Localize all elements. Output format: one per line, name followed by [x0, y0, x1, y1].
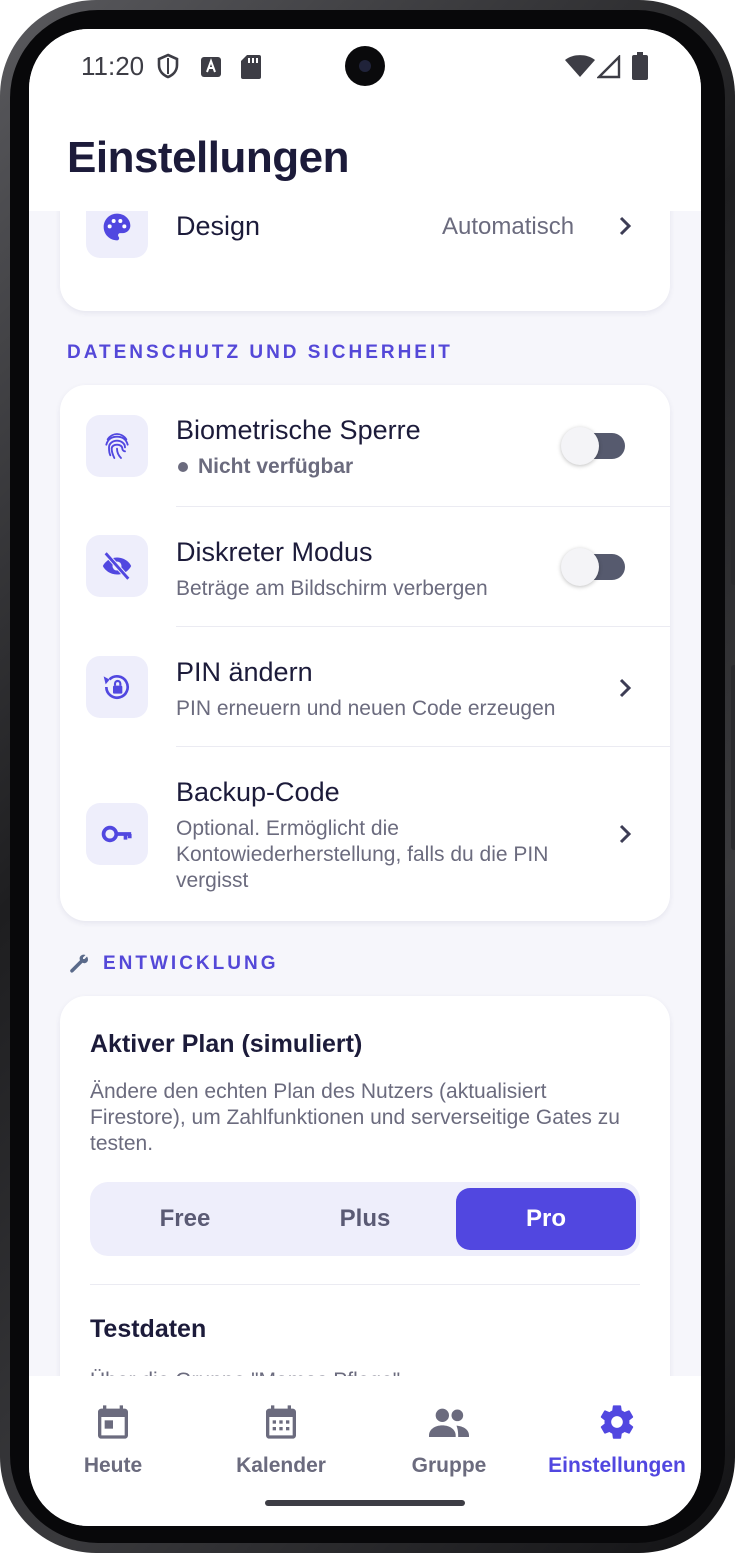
page-title: Einstellungen: [67, 133, 349, 182]
active-plan-description: Ändere den echten Plan des Nutzers (aktu…: [90, 1080, 620, 1155]
chevron-right-icon: [619, 216, 632, 236]
nav-label-kalender: Kalender: [236, 1454, 326, 1477]
design-row[interactable]: Design Automatisch: [60, 211, 670, 283]
palette-icon: [103, 213, 131, 241]
discreet-mode-title: Diskreter Modus: [176, 537, 373, 567]
wifi-icon: [565, 55, 595, 77]
key-icon: [101, 825, 132, 843]
wrench-icon: [70, 954, 89, 973]
change-pin-subtitle: PIN erneuern und neuen Code erzeugen: [176, 697, 556, 720]
section-divider: [90, 1284, 640, 1285]
nav-item-einstellungen[interactable]: Einstellungen: [533, 1376, 701, 1486]
section-label-development: ENTWICKLUNG: [103, 953, 279, 974]
change-pin-title: PIN ändern: [176, 657, 313, 687]
design-value: Automatisch: [442, 213, 575, 240]
nav-item-gruppe[interactable]: Gruppe: [365, 1376, 533, 1486]
phone-frame: 11:20 Einstellungen Design Automatisch D…: [0, 0, 735, 1553]
plan-selector: Free Plus Pro: [90, 1182, 640, 1256]
biometric-icon-tile: [86, 415, 148, 477]
nav-item-kalender[interactable]: Kalender: [197, 1376, 365, 1486]
change-pin-row[interactable]: PIN ändern PIN erneuern und neuen Code e…: [60, 627, 670, 747]
development-card: Aktiver Plan (simuliert) Ändere den echt…: [60, 996, 670, 1376]
nav-label-heute: Heute: [83, 1454, 143, 1477]
nav-label-einstellungen: Einstellungen: [548, 1454, 686, 1477]
nav-item-heute[interactable]: Heute: [29, 1376, 197, 1486]
privacy-card: Biometrische Sperre Nicht verfügbar Disk…: [60, 385, 670, 921]
settings-scroll-area[interactable]: Design Automatisch DATENSCHUTZ UND SICHE…: [29, 211, 701, 1376]
nav-label-gruppe: Gruppe: [411, 1454, 487, 1477]
calendar-month-icon: [266, 1405, 296, 1439]
design-label: Design: [176, 211, 261, 241]
discreet-mode-subtitle: Beträge am Bildschirm verbergen: [176, 577, 488, 600]
backup-code-subtitle: Optional. Ermöglicht die Kontowiederhers…: [176, 817, 549, 892]
appearance-card: Design Automatisch: [60, 211, 670, 311]
eye-off-icon: [102, 551, 132, 581]
fingerprint-icon: [105, 433, 129, 459]
discreet-mode-row[interactable]: Diskreter Modus Beträge am Bildschirm ve…: [60, 507, 670, 627]
battery-icon: [632, 52, 648, 80]
plan-option-plus[interactable]: Plus: [275, 1188, 455, 1250]
sd-card-icon: [241, 55, 261, 79]
bottom-navigation: Heute Kalender Gruppe Einstellungen: [29, 1376, 701, 1526]
testdata-description: Über die Gruppe "Mamas Pflege": [90, 1368, 640, 1376]
chevron-right-icon: [619, 824, 632, 844]
home-indicator[interactable]: [265, 1500, 465, 1506]
discreet-icon-tile: [86, 535, 148, 597]
biometric-lock-status: Nicht verfügbar: [198, 455, 354, 478]
chevron-right-icon: [619, 678, 632, 698]
group-icon: [429, 1408, 469, 1437]
design-icon-tile: [86, 211, 148, 258]
screen: 11:20 Einstellungen Design Automatisch D…: [29, 29, 701, 1526]
biometric-lock-row[interactable]: Biometrische Sperre Nicht verfügbar: [60, 385, 670, 507]
front-camera: [345, 46, 385, 86]
biometric-lock-title: Biometrische Sperre: [176, 415, 421, 445]
status-bar: 11:20: [29, 29, 701, 109]
power-button: [731, 665, 735, 850]
active-plan-title: Aktiver Plan (simuliert): [90, 1030, 363, 1058]
change-pin-icon-tile: [86, 656, 148, 718]
backup-code-title: Backup-Code: [176, 777, 340, 807]
status-time: 11:20: [81, 51, 145, 81]
plan-option-pro[interactable]: Pro: [456, 1188, 636, 1250]
testdata-title: Testdaten: [90, 1315, 207, 1343]
biometric-lock-toggle[interactable]: [561, 427, 625, 465]
lock-reset-icon: [103, 675, 129, 699]
page-header: Einstellungen: [29, 109, 701, 211]
signal-icon: [597, 55, 621, 79]
status-dot: [178, 462, 188, 472]
volume-button: [731, 495, 735, 585]
calendar-today-icon: [98, 1405, 128, 1439]
gear-icon: [600, 1405, 634, 1439]
backup-code-icon-tile: [86, 803, 148, 865]
toggle-knob: [561, 427, 599, 465]
backup-code-row[interactable]: Backup-Code Optional. Ermöglicht die Kon…: [60, 747, 670, 921]
section-label-privacy: DATENSCHUTZ UND SICHERHEIT: [67, 342, 453, 363]
plan-option-free[interactable]: Free: [95, 1188, 275, 1250]
discreet-mode-toggle[interactable]: [561, 548, 625, 586]
shield-icon: [157, 53, 179, 79]
app-a-icon: [201, 57, 221, 77]
toggle-knob: [561, 548, 599, 586]
